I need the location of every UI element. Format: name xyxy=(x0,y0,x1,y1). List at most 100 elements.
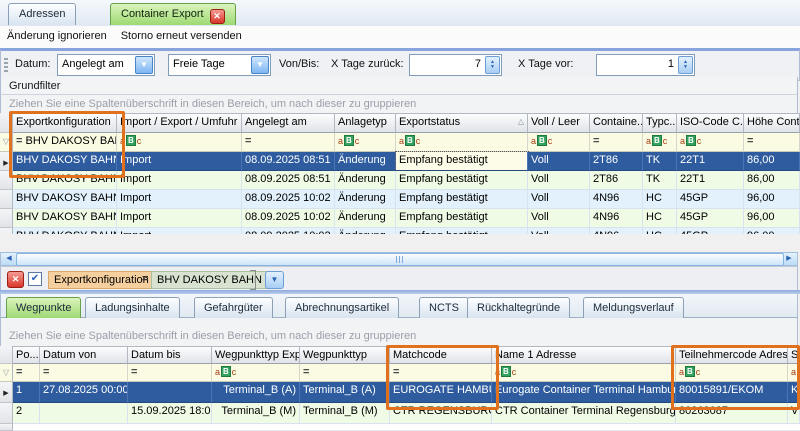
cell[interactable]: Import xyxy=(117,209,242,228)
cell[interactable]: Änderung xyxy=(335,171,396,190)
tab-container-export[interactable]: Container Export✕ xyxy=(110,3,236,25)
filter-cell[interactable]: = xyxy=(242,133,335,152)
grundfilter-section-header[interactable]: Grundfilter xyxy=(0,77,798,95)
row-indicator[interactable] xyxy=(0,403,13,424)
cell[interactable]: 22T1 xyxy=(677,171,744,190)
cell[interactable]: Empfang bestätigt xyxy=(396,171,528,190)
cell[interactable]: 96,00 xyxy=(744,209,800,228)
cell[interactable]: 08.09.2025 10:02 xyxy=(242,190,335,209)
column-header-typc-[interactable]: Typc... xyxy=(643,113,677,133)
cell[interactable]: Empfang bestätigt xyxy=(396,190,528,209)
cell[interactable]: 86,00 xyxy=(744,171,800,190)
row-indicator[interactable]: ▶ xyxy=(0,382,13,403)
cell[interactable]: Voll xyxy=(528,171,590,190)
cell[interactable]: Import xyxy=(117,190,242,209)
filter-cell[interactable]: aBc xyxy=(335,133,396,152)
tab-gefahrgüter[interactable]: Gefahrgüter xyxy=(194,297,273,318)
cell[interactable]: Terminal_B (M) xyxy=(300,403,390,424)
column-header-anlagetyp[interactable]: Anlagetyp xyxy=(335,113,396,133)
cell[interactable]: 86,00 xyxy=(744,152,800,171)
cell[interactable]: 2T86 xyxy=(590,152,643,171)
cell[interactable]: Terminal_B (A) xyxy=(212,382,300,403)
toolbar-button--nderung-ignorieren[interactable]: Änderung ignorieren xyxy=(0,26,114,47)
cell[interactable]: 2 xyxy=(13,403,40,424)
chevron-down-icon[interactable]: ▼ xyxy=(251,56,269,74)
cell[interactable]: HC xyxy=(643,209,677,228)
horizontal-scrollbar[interactable]: ◀ ▶ xyxy=(0,252,798,266)
cell[interactable]: 45GP xyxy=(677,209,744,228)
tab-meldungsverlauf[interactable]: Meldungsverlauf xyxy=(583,297,684,318)
cell[interactable]: 96,00 xyxy=(744,190,800,209)
clear-filter-button[interactable]: ✕ xyxy=(7,271,24,288)
cell[interactable]: Voll xyxy=(528,152,590,171)
column-header-po-[interactable]: Po... xyxy=(13,346,40,364)
tab-abrechnungsartikel[interactable]: Abrechnungsartikel xyxy=(285,297,399,318)
filter-cell[interactable]: aBc xyxy=(528,133,590,152)
filter-cell[interactable]: aBc xyxy=(643,133,677,152)
filter-cell[interactable]: aBc xyxy=(117,133,242,152)
scroll-left-icon[interactable]: ◀ xyxy=(2,254,16,264)
cell[interactable]: Eurogate Container Terminal Hamburg xyxy=(492,382,676,403)
cell[interactable]: Änderung xyxy=(335,190,396,209)
cell[interactable]: 08.09.2025 10:02 xyxy=(242,209,335,228)
toolbar-button-storno-erneut-versenden[interactable]: Storno erneut versenden xyxy=(114,26,249,47)
cell[interactable]: 1 xyxy=(13,382,40,403)
filter-cell[interactable]: = xyxy=(128,364,212,382)
close-icon[interactable]: ✕ xyxy=(210,9,225,24)
row-indicator[interactable] xyxy=(0,209,13,228)
days-forward-input[interactable]: 1 ▲▼ xyxy=(596,54,695,76)
cell[interactable]: 4N96 xyxy=(590,190,643,209)
scrollbar-thumb[interactable] xyxy=(16,253,784,266)
cell[interactable]: Empfang bestätigt xyxy=(396,152,528,171)
cell[interactable]: 2T86 xyxy=(590,171,643,190)
cell[interactable]: 22T1 xyxy=(677,152,744,171)
column-header-wegpunkttyp[interactable]: Wegpunkttyp xyxy=(300,346,390,364)
cell[interactable]: CTR Container Terminal Regensburg xyxy=(492,403,676,424)
cell[interactable]: 4N96 xyxy=(590,209,643,228)
cell[interactable]: 15.09.2025 18:00 xyxy=(128,403,212,424)
date-mode-combobox[interactable]: Freie Tage ▼ xyxy=(168,54,271,76)
cell[interactable]: BHV DAKOSY BAHN xyxy=(13,190,117,209)
column-header-datum-bis[interactable]: Datum bis xyxy=(128,346,212,364)
cell[interactable]: 08.09.2025 08:51 xyxy=(242,171,335,190)
column-header-import-export-umfuhr[interactable]: Import / Export / Umfuhr xyxy=(117,113,242,133)
cell[interactable]: Voll xyxy=(528,190,590,209)
filter-cell[interactable]: = xyxy=(13,364,40,382)
column-header-voll-leer[interactable]: Voll / Leer xyxy=(528,113,590,133)
cell[interactable]: HC xyxy=(643,190,677,209)
cell[interactable]: Import xyxy=(117,152,242,171)
column-header-höhe-conta-[interactable]: Höhe Conta... xyxy=(744,113,800,133)
cell[interactable]: Terminal_B (A) xyxy=(300,382,390,403)
filter-cell[interactable]: = xyxy=(590,133,643,152)
cell[interactable] xyxy=(128,382,212,403)
tab-ladungsinhalte[interactable]: Ladungsinhalte xyxy=(85,297,180,318)
cell[interactable]: Änderung xyxy=(335,152,396,171)
cell[interactable]: 08.09.2025 08:51 xyxy=(242,152,335,171)
toolbar-grip-handle[interactable] xyxy=(4,58,8,72)
filter-cell[interactable]: = xyxy=(300,364,390,382)
tab-rückhaltegründe[interactable]: Rückhaltegründe xyxy=(467,297,570,318)
column-header-wegpunkttyp-exp-[interactable]: Wegpunkttyp Exp... xyxy=(212,346,300,364)
days-back-input[interactable]: 7 ▲▼ xyxy=(409,54,502,76)
filter-cell[interactable]: = xyxy=(40,364,128,382)
column-header-iso-code-c-[interactable]: ISO-Code C... xyxy=(677,113,744,133)
cell[interactable] xyxy=(40,403,128,424)
filter-cell[interactable]: aBc xyxy=(492,364,676,382)
cell[interactable]: Import xyxy=(117,171,242,190)
filter-cell[interactable]: aBc xyxy=(396,133,528,152)
cell[interactable]: Voll xyxy=(528,209,590,228)
column-header-angelegt-am[interactable]: Angelegt am xyxy=(242,113,335,133)
filter-enabled-checkbox[interactable]: ✔ xyxy=(28,272,42,286)
tab-adressen[interactable]: Adressen xyxy=(8,3,76,25)
spinner-updown-icon[interactable]: ▲▼ xyxy=(678,56,693,74)
cell[interactable]: Änderung xyxy=(335,209,396,228)
filter-dropdown-button[interactable]: ▼ xyxy=(265,271,284,289)
cell[interactable]: Terminal_B (M) xyxy=(212,403,300,424)
column-header-exportstatus[interactable]: △Exportstatus xyxy=(396,113,528,133)
filter-cell[interactable]: = xyxy=(744,133,800,152)
column-header-containe-[interactable]: Containe... xyxy=(590,113,643,133)
column-header-name-adresse[interactable]: Name 1 Adresse xyxy=(492,346,676,364)
date-field-combobox[interactable]: Angelegt am ▼ xyxy=(57,54,155,76)
tab-ncts[interactable]: NCTS xyxy=(419,297,469,318)
cell[interactable]: TK xyxy=(643,152,677,171)
